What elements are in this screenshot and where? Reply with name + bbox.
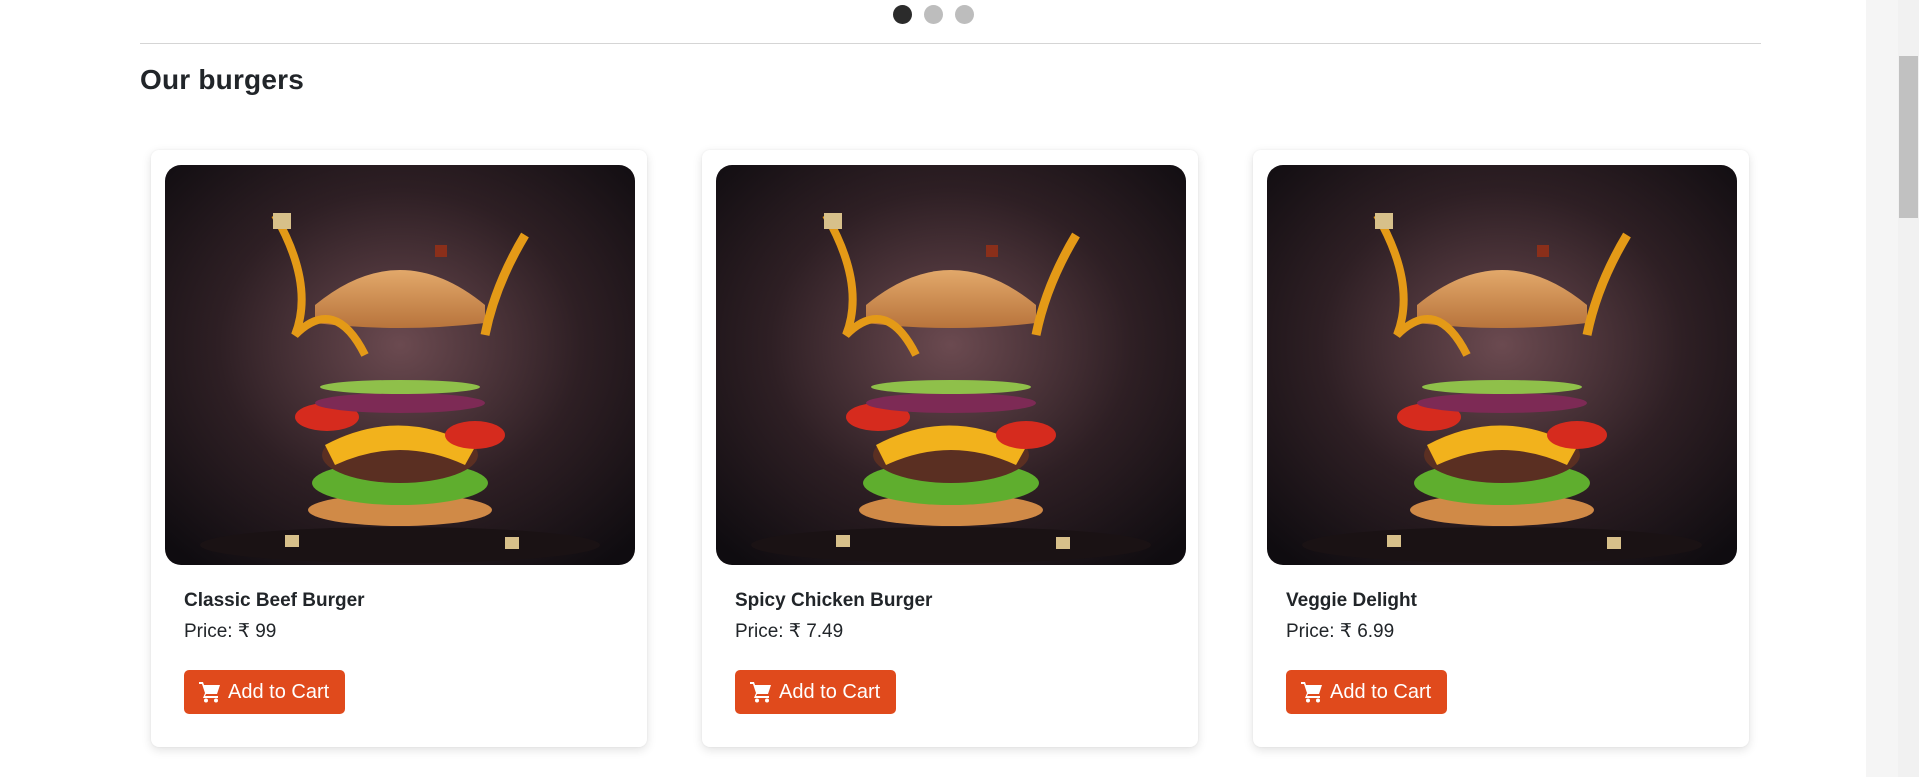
add-to-cart-label: Add to Cart	[1330, 680, 1432, 703]
add-to-cart-button[interactable]: Add to Cart	[735, 670, 897, 714]
product-name: Spicy Chicken Burger	[735, 590, 933, 611]
product-price: Price: ₹ 99	[184, 621, 277, 642]
product-price: Price: ₹ 6.99	[1286, 621, 1395, 642]
section-divider	[140, 43, 1761, 44]
product-grid: Classic Beef Burger Price: ₹ 99 Add to C…	[151, 150, 1749, 747]
product-card: Spicy Chicken Burger Price: ₹ 7.49 Add t…	[702, 150, 1198, 747]
product-name: Veggie Delight	[1286, 590, 1417, 611]
page-gutter	[1866, 0, 1898, 777]
shopping-cart-icon	[1300, 681, 1324, 703]
shopping-cart-icon	[198, 681, 222, 703]
carousel-dot-1[interactable]	[892, 5, 912, 24]
product-card: Classic Beef Burger Price: ₹ 99 Add to C…	[151, 150, 647, 747]
product-image	[716, 165, 1186, 565]
add-to-cart-button[interactable]: Add to Cart	[1286, 670, 1448, 714]
product-card: Veggie Delight Price: ₹ 6.99 Add to Cart	[1253, 150, 1749, 747]
carousel-dot-3[interactable]	[954, 5, 974, 24]
carousel-dot-2[interactable]	[923, 5, 943, 24]
shopping-cart-icon	[749, 681, 773, 703]
add-to-cart-label: Add to Cart	[228, 680, 330, 703]
vertical-scrollbar[interactable]	[1898, 0, 1919, 777]
carousel-indicators	[0, 5, 1866, 24]
add-to-cart-label: Add to Cart	[779, 680, 881, 703]
product-image	[1267, 165, 1737, 565]
product-price: Price: ₹ 7.49	[735, 621, 844, 642]
product-image	[165, 165, 635, 565]
section-title: Our burgers	[140, 64, 305, 95]
scrollbar-thumb[interactable]	[1899, 56, 1918, 218]
product-name: Classic Beef Burger	[184, 590, 365, 611]
add-to-cart-button[interactable]: Add to Cart	[184, 670, 346, 714]
